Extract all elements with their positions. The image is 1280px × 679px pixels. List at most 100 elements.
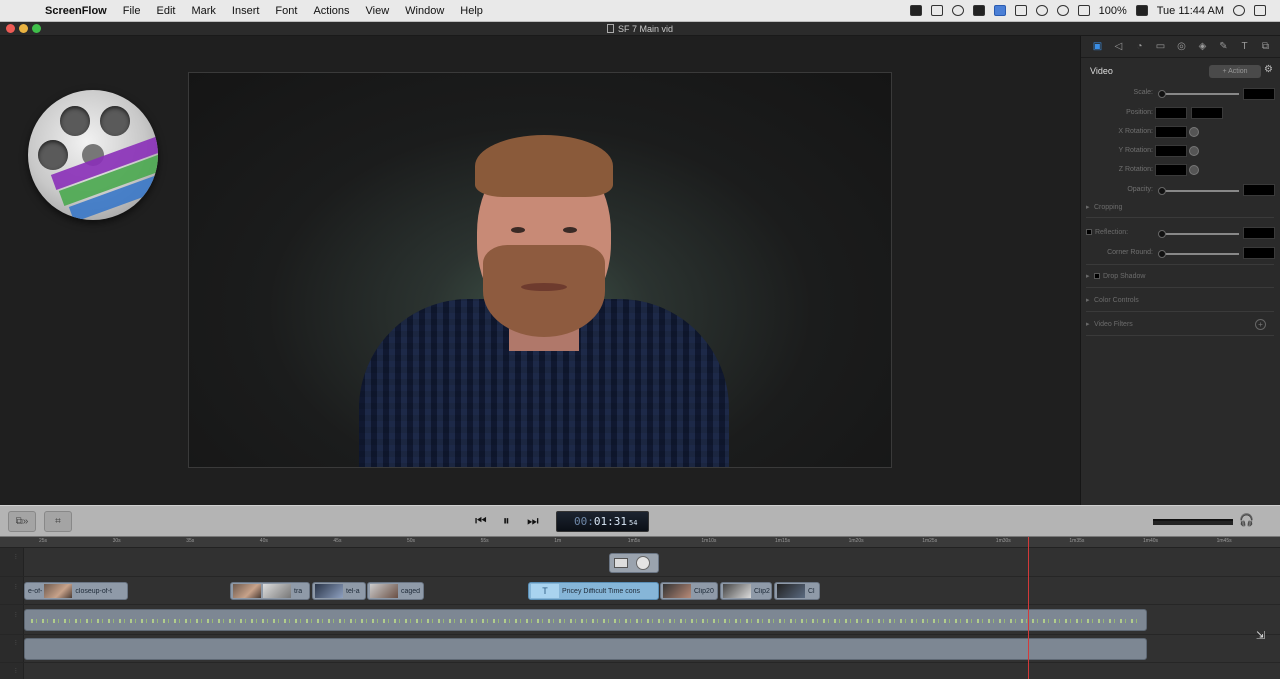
ruler-tick: 1m45s [1216, 538, 1232, 544]
video-clip[interactable]: e-of- closeup-of-t [24, 582, 128, 600]
drop-shadow-section[interactable]: ▸ Drop Shadow [1086, 272, 1274, 280]
fast-forward-icon[interactable]: ⏭ [527, 513, 539, 529]
position-x-field[interactable] [1155, 107, 1187, 119]
drop-shadow-checkbox[interactable] [1094, 273, 1100, 279]
wifi-icon[interactable] [1056, 5, 1069, 16]
disclosure-triangle-icon[interactable]: ▸ [1086, 320, 1094, 328]
touch-callout-icon[interactable]: ◈ [1194, 39, 1211, 54]
scale-slider-track[interactable] [1161, 93, 1239, 95]
opacity-slider-knob[interactable] [1158, 187, 1166, 195]
layout-toggle-button[interactable]: ⧉» [8, 511, 36, 532]
audio-clip[interactable] [24, 609, 1147, 631]
add-filter-icon[interactable]: + [1255, 319, 1266, 330]
video-clip[interactable]: caged [367, 582, 424, 600]
corner-round-slider-track[interactable] [1161, 253, 1239, 255]
opacity-field[interactable] [1243, 184, 1275, 196]
color-controls-section[interactable]: ▸ Color Controls [1086, 296, 1274, 304]
pause-icon[interactable]: ⏸ [503, 513, 510, 529]
y-rotation-field[interactable] [1155, 145, 1187, 157]
battery-icon[interactable] [1135, 5, 1148, 16]
video-clip[interactable]: tra [230, 582, 310, 600]
screen-recording-icon[interactable]: ▭ [1152, 39, 1169, 54]
status-app-icon[interactable] [993, 5, 1006, 16]
media-library-icon[interactable]: ⧉ [1257, 39, 1274, 54]
track-handle[interactable]: ⋮ [13, 668, 19, 674]
timeline[interactable]: 25s 30s 35s 40s 45s 50s 55s 1m 1m5s 1m10s 1m15s 1m2… [0, 537, 1280, 679]
reflection-slider-track[interactable] [1161, 233, 1239, 235]
opacity-slider-track[interactable] [1161, 190, 1239, 192]
text-icon[interactable]: T [1236, 39, 1253, 54]
menu-file[interactable]: File [115, 5, 149, 17]
video-clip[interactable]: tel-a [312, 582, 366, 600]
status-sync-icon[interactable] [1014, 5, 1027, 16]
track-handle[interactable]: ⋮ [13, 612, 19, 618]
menu-actions[interactable]: Actions [305, 5, 357, 17]
position-y-field[interactable] [1191, 107, 1223, 119]
y-rotation-dial[interactable] [1189, 146, 1199, 156]
corner-round-slider-knob[interactable] [1158, 250, 1166, 258]
disclosure-triangle-icon[interactable]: ▸ [1086, 296, 1094, 304]
audio-clip[interactable] [24, 638, 1147, 660]
menu-help[interactable]: Help [452, 5, 491, 17]
notification-center-icon[interactable] [1254, 5, 1266, 16]
video-motion-icon[interactable]: ◔ [1131, 39, 1148, 54]
menu-app-screenflow[interactable]: ScreenFlow [37, 5, 115, 17]
z-rotation-dial[interactable] [1189, 165, 1199, 175]
cropping-section[interactable]: ▸ Cropping [1086, 203, 1274, 211]
scale-slider-knob[interactable] [1158, 90, 1166, 98]
corner-round-field[interactable] [1243, 247, 1275, 259]
add-action-button[interactable]: + Action [1209, 65, 1261, 78]
scale-field[interactable] [1243, 88, 1275, 100]
menu-view[interactable]: View [358, 5, 398, 17]
status-drive-icon[interactable] [951, 5, 964, 16]
timeline-ruler[interactable]: 25s 30s 35s 40s 45s 50s 55s 1m 1m5s 1m10s 1m15s 1m2… [0, 537, 1280, 548]
headphones-icon[interactable]: 🎧 [1239, 513, 1254, 527]
status-chat-icon[interactable] [909, 5, 922, 16]
volume-slider[interactable] [1153, 519, 1233, 525]
menu-mark[interactable]: Mark [183, 5, 223, 17]
track-handle[interactable]: ⋮ [13, 640, 19, 646]
playhead[interactable] [1028, 537, 1029, 679]
video-preview[interactable] [188, 72, 892, 468]
video-clip[interactable]: Cl [774, 582, 820, 600]
reflection-slider-knob[interactable] [1158, 230, 1166, 238]
video-properties-icon[interactable]: ▣ [1089, 39, 1106, 54]
menu-window[interactable]: Window [397, 5, 452, 17]
track-handle[interactable]: ⋮ [13, 554, 19, 560]
reflection-checkbox[interactable] [1086, 229, 1092, 235]
z-rotation-field[interactable] [1155, 164, 1187, 176]
timecode-display[interactable]: 00:01:31 54 [556, 511, 649, 532]
media-clip[interactable] [609, 553, 659, 573]
crop-button[interactable]: ⌗ [44, 511, 72, 532]
text-clip[interactable]: T Pricey Difficult Time cons [528, 582, 659, 600]
audio-properties-icon[interactable]: ◁ [1110, 39, 1127, 54]
x-rotation-dial[interactable] [1189, 127, 1199, 137]
callout-icon[interactable]: ◎ [1173, 39, 1190, 54]
annotations-icon[interactable]: ✎ [1215, 39, 1232, 54]
video-filters-section[interactable]: ▸ Video Filters [1086, 320, 1274, 328]
status-screenflow-icon[interactable] [930, 5, 943, 16]
window-title-bar: SF 7 Main vid [0, 22, 1280, 36]
battery-percent[interactable]: 100% [1099, 5, 1127, 17]
disclosure-triangle-icon[interactable]: ▸ [1086, 272, 1094, 280]
spotlight-search-icon[interactable] [1233, 5, 1245, 16]
reel-hole [60, 106, 90, 136]
clock[interactable]: Tue 11:44 AM [1157, 5, 1224, 17]
video-clip[interactable]: Clip2 [720, 582, 772, 600]
menu-font[interactable]: Font [267, 5, 305, 17]
status-dropbox-icon[interactable] [972, 5, 985, 16]
menu-insert[interactable]: Insert [224, 5, 268, 17]
bluetooth-icon[interactable] [1035, 5, 1048, 16]
volume-icon[interactable] [1077, 5, 1090, 16]
video-clip[interactable]: Clip20 [660, 582, 718, 600]
presenter-beard [483, 245, 605, 337]
rewind-icon[interactable]: ⏮ [475, 513, 487, 529]
track-handle[interactable]: ⋮ [13, 584, 19, 590]
x-rotation-field[interactable] [1155, 126, 1187, 138]
clip-thumbnail [777, 584, 805, 598]
inspector-title: Video [1090, 66, 1113, 76]
menu-edit[interactable]: Edit [148, 5, 183, 17]
disclosure-triangle-icon[interactable]: ▸ [1086, 203, 1094, 211]
gear-icon[interactable]: ⚙ [1264, 64, 1273, 75]
reflection-field[interactable] [1243, 227, 1275, 239]
